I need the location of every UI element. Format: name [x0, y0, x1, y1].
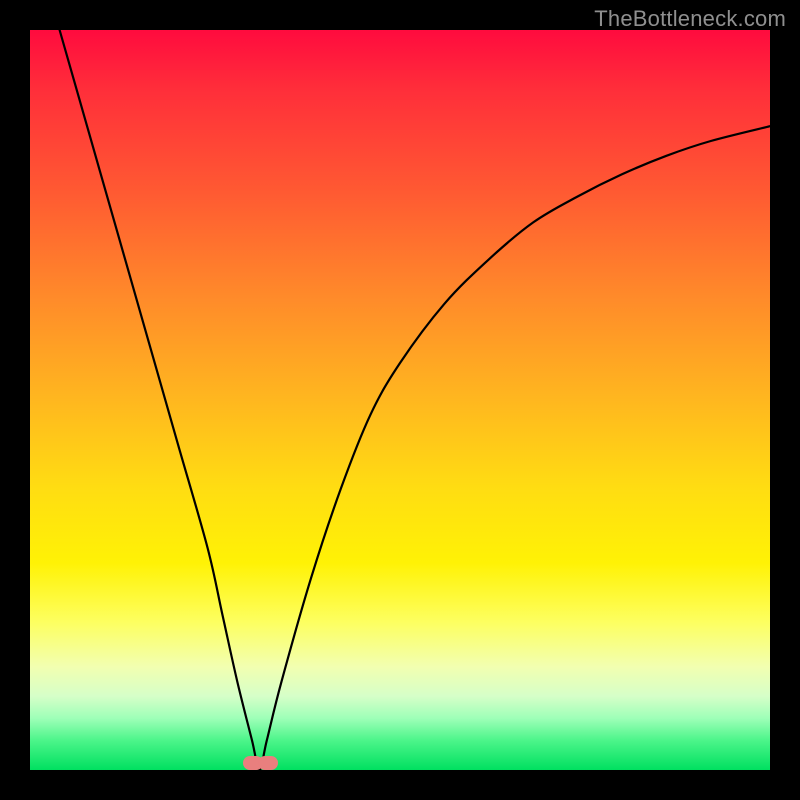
min-marker-right — [258, 756, 278, 770]
watermark-text: TheBottleneck.com — [594, 6, 786, 32]
chart-frame: TheBottleneck.com — [0, 0, 800, 800]
plot-area — [30, 30, 770, 770]
bottleneck-curve — [30, 30, 770, 770]
